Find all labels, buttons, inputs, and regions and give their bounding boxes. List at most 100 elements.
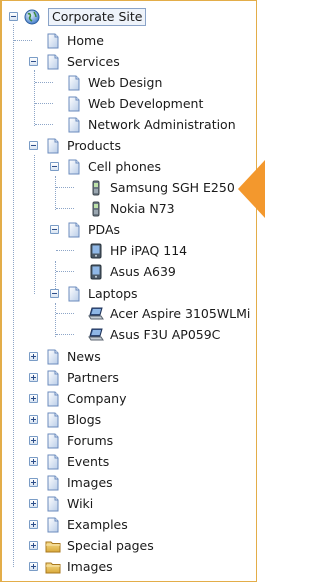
- collapse-toggle[interactable]: [50, 289, 59, 298]
- laptop-icon: [88, 327, 104, 343]
- tree-line: [55, 303, 56, 337]
- collapse-toggle[interactable]: [29, 57, 38, 66]
- expand-toggle[interactable]: [29, 394, 38, 403]
- tree-item-label[interactable]: Blogs: [65, 412, 103, 428]
- tree-line: [34, 70, 35, 126]
- tree-line: [56, 208, 74, 209]
- tree-item-news[interactable]: News: [45, 346, 103, 367]
- tree-item-products[interactable]: Products: [45, 135, 123, 156]
- tree-root-label[interactable]: Corporate Site: [48, 7, 147, 26]
- tree-item-label[interactable]: Services: [65, 54, 122, 70]
- tree-line: [56, 334, 74, 335]
- expand-toggle[interactable]: [29, 352, 38, 361]
- tree-item-asus-a639[interactable]: Asus A639: [88, 261, 178, 282]
- collapse-toggle[interactable]: [50, 162, 59, 171]
- page-icon: [45, 517, 61, 533]
- page-icon: [66, 286, 82, 302]
- expand-toggle[interactable]: [29, 562, 38, 571]
- globe-icon: [24, 9, 40, 25]
- tree-item-samsung-sgh-e250[interactable]: Samsung SGH E250: [88, 177, 237, 198]
- tree-item-company[interactable]: Company: [45, 388, 128, 409]
- tree-item-label[interactable]: Asus A639: [108, 264, 178, 280]
- page-icon: [66, 117, 82, 133]
- expand-toggle[interactable]: [29, 478, 38, 487]
- tree-item-label[interactable]: Partners: [65, 370, 121, 386]
- tree-item-label[interactable]: Wiki: [65, 496, 95, 512]
- tree-item-web-design[interactable]: Web Design: [66, 72, 164, 93]
- tree-item-cell-phones[interactable]: Cell phones: [66, 156, 163, 177]
- expand-toggle[interactable]: [29, 499, 38, 508]
- tree-item-label[interactable]: Company: [65, 391, 128, 407]
- expand-toggle[interactable]: [29, 373, 38, 382]
- tree-item-label[interactable]: Laptops: [86, 286, 140, 302]
- page-icon: [66, 75, 82, 91]
- folder-icon: [45, 559, 61, 575]
- tree-item-label[interactable]: HP iPAQ 114: [108, 243, 189, 259]
- page-icon: [66, 222, 82, 238]
- site-tree: Corporate Site Home Services Web Design …: [0, 0, 265, 586]
- tree-item-partners[interactable]: Partners: [45, 367, 121, 388]
- page-icon: [45, 33, 61, 49]
- page-icon: [66, 96, 82, 112]
- expand-toggle[interactable]: [29, 541, 38, 550]
- tree-item-acer-aspire[interactable]: Acer Aspire 3105WLMi: [88, 303, 252, 324]
- tree-line: [56, 271, 74, 272]
- tree-item-services[interactable]: Services: [45, 51, 122, 72]
- tree-item-label[interactable]: Cell phones: [86, 159, 163, 175]
- tree-item-label[interactable]: Nokia N73: [108, 201, 177, 217]
- collapse-toggle[interactable]: [9, 12, 18, 21]
- page-icon: [45, 54, 61, 70]
- tree-line: [56, 187, 74, 188]
- tree-item-label[interactable]: Special pages: [65, 538, 156, 554]
- expand-toggle[interactable]: [29, 520, 38, 529]
- tree-item-special-pages[interactable]: Special pages: [45, 535, 156, 556]
- page-icon: [45, 475, 61, 491]
- callout-arrow: [238, 160, 265, 218]
- tree-item-label[interactable]: Network Administration: [86, 117, 238, 133]
- tree-item-images[interactable]: Images: [45, 472, 115, 493]
- tree-item-label[interactable]: Web Design: [86, 75, 164, 91]
- tree-item-label[interactable]: Acer Aspire 3105WLMi: [108, 306, 252, 322]
- collapse-toggle[interactable]: [50, 225, 59, 234]
- tree-item-label[interactable]: Samsung SGH E250: [108, 180, 237, 196]
- expand-toggle[interactable]: [29, 436, 38, 445]
- tree-item-label[interactable]: News: [65, 349, 103, 365]
- pda-icon: [88, 264, 104, 280]
- tree-item-label[interactable]: Events: [65, 454, 111, 470]
- tree-item-network-administration[interactable]: Network Administration: [66, 114, 238, 135]
- pda-icon: [88, 243, 104, 259]
- tree-item-label[interactable]: Home: [65, 33, 106, 49]
- expand-toggle[interactable]: [29, 415, 38, 424]
- page-icon: [66, 159, 82, 175]
- tree-item-label[interactable]: Asus F3U AP059C: [108, 327, 222, 343]
- tree-line: [14, 40, 32, 41]
- expand-toggle[interactable]: [29, 457, 38, 466]
- tree-item-forums[interactable]: Forums: [45, 430, 115, 451]
- tree-item-label[interactable]: Products: [65, 138, 123, 154]
- tree-item-label[interactable]: Web Development: [86, 96, 205, 112]
- tree-item-events[interactable]: Events: [45, 451, 111, 472]
- tree-item-label[interactable]: PDAs: [86, 222, 122, 238]
- tree-item-label[interactable]: Images: [65, 559, 115, 575]
- tree-line: [56, 313, 74, 314]
- collapse-toggle[interactable]: [29, 141, 38, 150]
- tree-item-wiki[interactable]: Wiki: [45, 493, 95, 514]
- page-icon: [45, 349, 61, 365]
- laptop-icon: [88, 306, 104, 322]
- tree-item-web-development[interactable]: Web Development: [66, 93, 205, 114]
- tree-item-laptops[interactable]: Laptops: [66, 283, 140, 304]
- tree-item-label[interactable]: Examples: [65, 517, 130, 533]
- cell-phone-icon: [88, 180, 104, 196]
- tree-item-hp-ipaq-114[interactable]: HP iPAQ 114: [88, 240, 189, 261]
- tree-item-asus-f3u[interactable]: Asus F3U AP059C: [88, 324, 222, 345]
- tree-item-examples[interactable]: Examples: [45, 514, 130, 535]
- tree-item-nokia-n73[interactable]: Nokia N73: [88, 198, 177, 219]
- tree-item-label[interactable]: Images: [65, 475, 115, 491]
- page-icon: [45, 412, 61, 428]
- tree-item-home[interactable]: Home: [45, 30, 106, 51]
- tree-root[interactable]: Corporate Site: [0, 6, 147, 27]
- tree-item-label[interactable]: Forums: [65, 433, 115, 449]
- tree-item-blogs[interactable]: Blogs: [45, 409, 103, 430]
- tree-item-pdas[interactable]: PDAs: [66, 219, 122, 240]
- tree-item-images-folder[interactable]: Images: [45, 556, 115, 577]
